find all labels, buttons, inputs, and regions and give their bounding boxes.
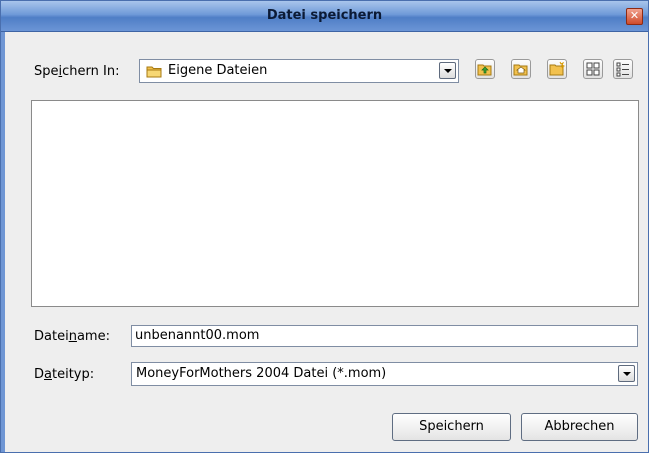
save-dialog: Datei speichern ✕ Speichern In: Eigene D… bbox=[0, 0, 649, 453]
home-button[interactable] bbox=[511, 59, 531, 79]
save-in-label: Speichern In: bbox=[34, 64, 120, 79]
filetype-label: Dateityp: bbox=[34, 367, 95, 382]
filetype-dropdown[interactable]: MoneyForMothers 2004 Datei (*.mom) bbox=[131, 362, 638, 386]
chevron-down-icon[interactable] bbox=[618, 365, 635, 382]
list-view-icon bbox=[586, 62, 600, 76]
title-bar[interactable]: Datei speichern ✕ bbox=[1, 1, 648, 32]
new-folder-icon bbox=[549, 61, 565, 76]
close-icon: ✕ bbox=[629, 9, 640, 22]
save-in-dropdown[interactable]: Eigene Dateien bbox=[139, 59, 459, 83]
new-folder-button[interactable] bbox=[547, 59, 567, 79]
details-view-button[interactable] bbox=[613, 59, 633, 79]
list-view-button[interactable] bbox=[583, 59, 603, 79]
up-one-level-icon bbox=[477, 64, 492, 76]
details-view-icon bbox=[616, 62, 629, 77]
up-one-level-button[interactable] bbox=[475, 59, 495, 79]
dialog-title: Datei speichern bbox=[266, 8, 383, 23]
filename-label: Dateiname: bbox=[34, 329, 110, 344]
save-button[interactable]: Speichern bbox=[392, 413, 511, 441]
folder-icon bbox=[146, 66, 162, 78]
filetype-value: MoneyForMothers 2004 Datei (*.mom) bbox=[136, 366, 387, 381]
cancel-button[interactable]: Abbrechen bbox=[521, 413, 638, 441]
close-button[interactable]: ✕ bbox=[626, 8, 643, 25]
filename-input[interactable]: unbenannt00.mom bbox=[131, 325, 638, 347]
window-frame-strip bbox=[1, 32, 5, 452]
home-icon bbox=[513, 64, 528, 76]
save-in-value: Eigene Dateien bbox=[168, 63, 268, 78]
chevron-down-icon[interactable] bbox=[439, 62, 456, 79]
file-list[interactable] bbox=[31, 100, 639, 307]
